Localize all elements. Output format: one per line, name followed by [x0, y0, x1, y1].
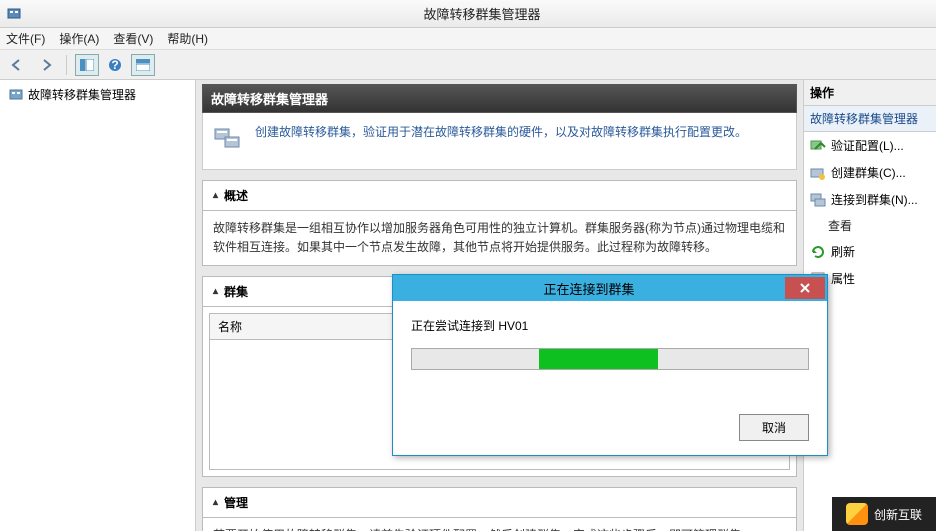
manage-panel: ▴ 管理 若要开始使用故障转移群集，请首先验证硬件配置，然后创建群集。完成这些步… [202, 487, 797, 531]
manage-title: 管理 [224, 494, 248, 511]
menu-action[interactable]: 操作(A) [59, 30, 99, 47]
collapse-icon: ▴ [213, 286, 218, 297]
action-view[interactable]: 查看 [804, 213, 936, 238]
validate-icon [810, 138, 826, 154]
action-refresh-label: 刷新 [831, 243, 855, 260]
app-icon [6, 6, 22, 22]
watermark-icon [846, 503, 868, 525]
window-title: 故障转移群集管理器 [28, 4, 936, 23]
action-create[interactable]: 创建群集(C)... [804, 159, 936, 186]
dialog-body: 正在尝试连接到 HV01 取消 [393, 301, 827, 455]
dialog-title: 正在连接到群集 [393, 279, 785, 298]
connect-icon [810, 192, 826, 208]
view1-button[interactable] [75, 54, 99, 76]
toolbar: ? [0, 50, 936, 80]
dialog-titlebar: 正在连接到群集 [393, 275, 827, 301]
watermark-text: 创新互联 [874, 506, 922, 523]
svg-text:?: ? [111, 58, 118, 72]
forward-button[interactable] [34, 54, 58, 76]
overview-title: 概述 [224, 187, 248, 204]
manage-header[interactable]: ▴ 管理 [203, 488, 796, 518]
refresh-icon [810, 244, 826, 260]
menu-bar: 文件(F) 操作(A) 查看(V) 帮助(H) [0, 28, 936, 50]
create-icon [810, 165, 826, 181]
action-validate[interactable]: 验证配置(L)... [804, 132, 936, 159]
server-cluster-icon [213, 123, 245, 155]
tree-root-label: 故障转移群集管理器 [28, 86, 136, 103]
progress-fill [539, 349, 658, 369]
actions-section: 故障转移群集管理器 [804, 106, 936, 132]
actions-title: 操作 [804, 80, 936, 106]
overview-panel: ▴ 概述 故障转移群集是一组相互协作以增加服务器角色可用性的独立计算机。群集服务… [202, 180, 797, 266]
overview-header[interactable]: ▴ 概述 [203, 181, 796, 211]
help-button[interactable]: ? [103, 54, 127, 76]
manage-body: 若要开始使用故障转移群集，请首先验证硬件配置，然后创建群集。完成这些步骤后，即可… [203, 518, 796, 531]
cancel-button[interactable]: 取消 [739, 414, 809, 441]
cluster-title: 群集 [224, 283, 248, 300]
connecting-dialog: 正在连接到群集 正在尝试连接到 HV01 取消 [392, 274, 828, 456]
action-refresh[interactable]: 刷新 [804, 238, 936, 265]
tree-root[interactable]: 故障转移群集管理器 [4, 84, 191, 105]
action-properties-label: 属性 [831, 270, 855, 287]
cluster-icon [8, 87, 24, 103]
progress-bar [411, 348, 809, 370]
intro-band: 创建故障转移群集，验证用于潜在故障转移群集的硬件，以及对故障转移群集执行配置更改… [202, 113, 797, 170]
overview-body: 故障转移群集是一组相互协作以增加服务器角色可用性的独立计算机。群集服务器(称为节… [203, 211, 796, 265]
center-header: 故障转移群集管理器 [202, 84, 797, 113]
menu-help[interactable]: 帮助(H) [167, 30, 208, 47]
view2-button[interactable] [131, 54, 155, 76]
intro-text: 创建故障转移群集，验证用于潜在故障转移群集的硬件，以及对故障转移群集执行配置更改… [255, 123, 747, 155]
close-icon [799, 282, 811, 294]
action-create-label: 创建群集(C)... [831, 164, 906, 181]
menu-file[interactable]: 文件(F) [6, 30, 45, 47]
close-button[interactable] [785, 277, 825, 299]
menu-view[interactable]: 查看(V) [113, 30, 153, 47]
action-connect-label: 连接到群集(N)... [831, 191, 918, 208]
tree-pane: 故障转移群集管理器 [0, 80, 196, 531]
dialog-message: 正在尝试连接到 HV01 [411, 317, 809, 334]
back-button[interactable] [6, 54, 30, 76]
collapse-icon: ▴ [213, 190, 218, 201]
action-connect[interactable]: 连接到群集(N)... [804, 186, 936, 213]
watermark: 创新互联 [832, 497, 936, 531]
toolbar-separator [66, 55, 67, 75]
collapse-icon: ▴ [213, 497, 218, 508]
title-bar: 故障转移群集管理器 [0, 0, 936, 28]
action-validate-label: 验证配置(L)... [831, 137, 904, 154]
